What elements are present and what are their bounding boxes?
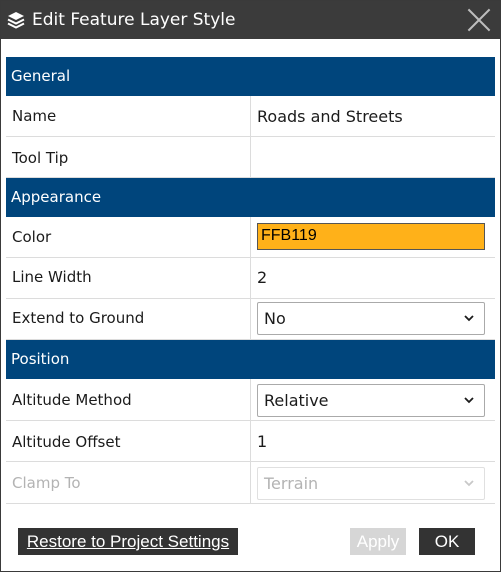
altitude-offset-row: Altitude Offset 1 bbox=[6, 421, 495, 462]
section-position: Position bbox=[6, 340, 495, 379]
tooltip-row: Tool Tip bbox=[6, 137, 495, 178]
clamp-to-select: Terrain bbox=[257, 467, 485, 500]
layers-icon bbox=[7, 11, 25, 29]
altitude-method-value: Relative bbox=[264, 391, 329, 410]
altitude-method-select[interactable]: Relative bbox=[257, 384, 485, 417]
clamp-to-label: Clamp To bbox=[12, 474, 81, 492]
color-row: Color FFB119 bbox=[6, 217, 495, 258]
line-width-value[interactable]: 2 bbox=[257, 268, 267, 287]
altitude-offset-value[interactable]: 1 bbox=[257, 432, 267, 451]
extend-to-ground-label: Extend to Ground bbox=[12, 309, 145, 327]
restore-to-project-settings-button[interactable]: Restore to Project Settings bbox=[18, 528, 238, 555]
extend-to-ground-value: No bbox=[264, 309, 286, 328]
color-picker[interactable]: FFB119 bbox=[257, 223, 485, 250]
extend-to-ground-select[interactable]: No bbox=[257, 302, 485, 335]
chevron-down-icon bbox=[464, 315, 474, 322]
section-general-label: General bbox=[11, 67, 71, 85]
color-label: Color bbox=[12, 228, 52, 246]
altitude-method-label: Altitude Method bbox=[12, 391, 132, 409]
tooltip-label: Tool Tip bbox=[12, 149, 69, 167]
section-general: General bbox=[6, 57, 495, 96]
name-row: Name Roads and Streets bbox=[6, 96, 495, 137]
edit-feature-layer-style-dialog: Edit Feature Layer Style General Name Ro… bbox=[0, 0, 501, 572]
section-position-label: Position bbox=[11, 350, 70, 368]
apply-button[interactable]: Apply bbox=[350, 528, 406, 555]
close-icon[interactable] bbox=[466, 7, 492, 33]
extend-to-ground-row: Extend to Ground No bbox=[6, 299, 495, 340]
dialog-titlebar: Edit Feature Layer Style bbox=[1, 1, 500, 39]
altitude-method-row: Altitude Method Relative bbox=[6, 379, 495, 421]
line-width-label: Line Width bbox=[12, 268, 92, 286]
altitude-offset-label: Altitude Offset bbox=[12, 433, 121, 451]
chevron-down-icon bbox=[464, 397, 474, 404]
ok-button[interactable]: OK bbox=[419, 528, 475, 555]
line-width-row: Line Width 2 bbox=[6, 258, 495, 299]
section-appearance: Appearance bbox=[6, 178, 495, 217]
clamp-to-row: Clamp To Terrain bbox=[6, 462, 495, 504]
chevron-down-icon bbox=[464, 480, 474, 487]
color-value: FFB119 bbox=[261, 227, 317, 244]
name-value[interactable]: Roads and Streets bbox=[257, 107, 403, 126]
name-label: Name bbox=[12, 107, 57, 125]
section-appearance-label: Appearance bbox=[11, 188, 102, 206]
clamp-to-value: Terrain bbox=[264, 474, 319, 493]
dialog-title: Edit Feature Layer Style bbox=[32, 10, 236, 30]
